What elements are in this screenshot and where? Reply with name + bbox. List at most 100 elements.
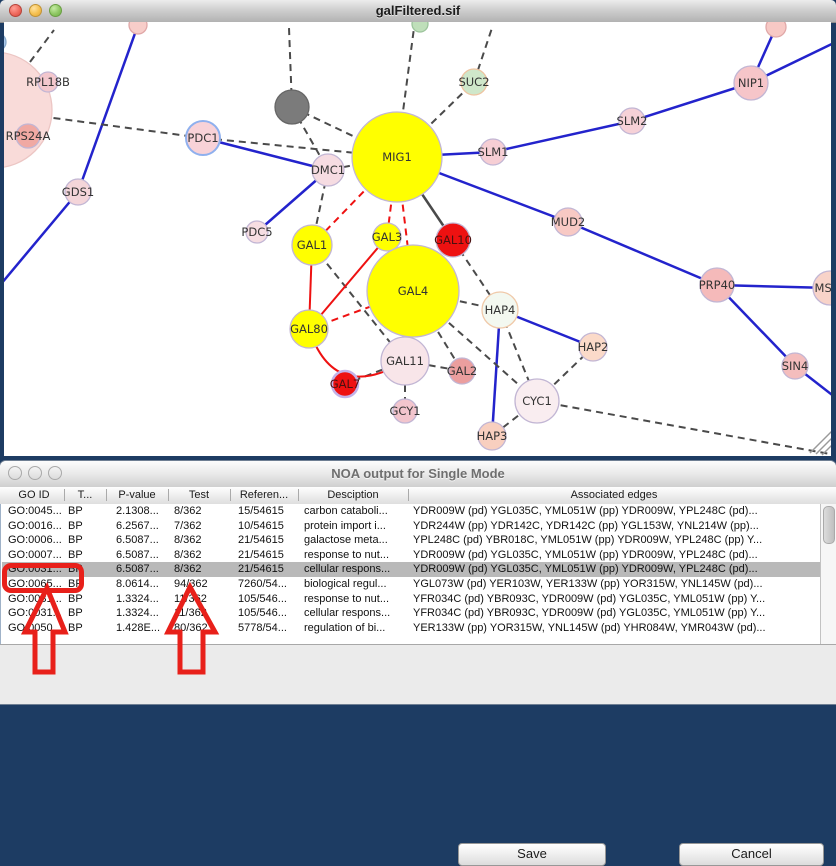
node-gray[interactable] [275, 90, 309, 124]
cell-p-value: 6.5087... [116, 563, 172, 575]
cell-test: 8/362 [174, 505, 236, 517]
network-window-titlebar[interactable]: galFiltered.sif [0, 0, 836, 23]
node-label-SLM2: SLM2 [617, 114, 648, 128]
node-label-GAL2: GAL2 [447, 364, 478, 378]
node-label-SIN4: SIN4 [782, 359, 809, 373]
cell-description: carbon cataboli... [304, 505, 411, 517]
scrollbar-thumb[interactable] [823, 506, 835, 544]
vertical-scrollbar[interactable] [820, 504, 836, 644]
cell-test: 8/362 [174, 549, 236, 561]
node-label-CYC1: CYC1 [522, 394, 552, 408]
node-label-PRP40: PRP40 [699, 278, 736, 292]
cell-type: BP [68, 534, 112, 546]
cell-associated-edges: YPL248C (pd) YBR018C, YML051W (pp) YDR00… [413, 534, 819, 546]
column-header-type[interactable]: T... [64, 489, 106, 501]
annotation-arrow-go-id [25, 588, 65, 672]
column-separator [408, 489, 409, 501]
node-tp3[interactable] [766, 22, 786, 37]
cell-reference: 21/54615 [238, 549, 302, 561]
cell-p-value: 2.1308... [116, 505, 172, 517]
table-row[interactable]: GO:0045... BP 2.1308...8/36215/54615carbon… [2, 504, 821, 519]
column-header-reference[interactable]: Referen... [230, 489, 298, 501]
node-label-MIG1: MIG1 [382, 150, 412, 164]
network-graph: RPL18BRPS24AGDS1PDC1PDC5DMC1MIG1SUC2SLM1… [4, 22, 831, 456]
network-window-title: galFiltered.sif [0, 3, 836, 18]
cell-associated-edges: YDR009W (pd) YGL035C, YML051W (pp) YDR00… [413, 505, 819, 517]
node-label-GAL10: GAL10 [434, 233, 472, 247]
noa-window-title: NOA output for Single Mode [0, 466, 836, 481]
node-label-GAL3: GAL3 [372, 230, 403, 244]
node-label-HAP2: HAP2 [578, 340, 609, 354]
cell-p-value: 6.5087... [116, 534, 172, 546]
node-bigpink[interactable] [4, 52, 52, 168]
node-label-MUD2: MUD2 [551, 215, 586, 229]
node-label-HAP3: HAP3 [477, 429, 508, 443]
cell-associated-edges: YER133W (pp) YOR315W, YNL145W (pd) YHR08… [413, 622, 819, 634]
cell-test: 8/362 [174, 563, 236, 575]
node-label-NIP1: NIP1 [738, 76, 764, 90]
cell-associated-edges: YFR034C (pd) YBR093C, YDR009W (pd) YGL03… [413, 593, 819, 605]
table-row[interactable]: GO:0007... BP 6.5087...8/36221/54615respon… [2, 548, 821, 563]
cell-description: response to nut... [304, 593, 411, 605]
column-header-description[interactable]: Desciption [298, 489, 408, 501]
node-label-PDC5: PDC5 [241, 225, 272, 239]
cell-description: biological regul... [304, 578, 411, 590]
node-bluesliver[interactable] [4, 33, 6, 51]
node-label-MSL1: MSL1 [815, 281, 831, 295]
cell-associated-edges: YGL073W (pd) YER103W, YER133W (pp) YOR31… [413, 578, 819, 590]
column-header-go-id[interactable]: GO ID [4, 489, 64, 501]
cell-description: cellular respons... [304, 563, 411, 575]
cell-associated-edges: YDR244W (pp) YDR142C, YDR142C (pp) YGL15… [413, 520, 819, 532]
cell-reference: 21/54615 [238, 563, 302, 575]
save-button[interactable]: Save [458, 843, 606, 866]
table-row[interactable]: GO:0016... BP 6.2567...7/36210/54615protei… [2, 519, 821, 534]
cell-description: protein import i... [304, 520, 411, 532]
edge-CYC1-se2 [537, 401, 830, 454]
cell-description: galactose meta... [304, 534, 411, 546]
node-label-GAL1: GAL1 [297, 238, 328, 252]
cell-p-value: 6.2567... [116, 520, 172, 532]
cell-type: BP [68, 520, 112, 532]
column-header-p-value[interactable]: P-value [106, 489, 168, 501]
cancel-button[interactable]: Cancel [679, 843, 824, 866]
column-separator [298, 489, 299, 501]
node-tpgreen[interactable] [412, 22, 428, 32]
node-label-RPL18B: RPL18B [26, 75, 70, 89]
cell-type: BP [68, 505, 112, 517]
cell-associated-edges: YDR009W (pd) YGL035C, YML051W (pp) YDR00… [413, 549, 819, 561]
edge-HAP4-HAP3 [492, 310, 500, 436]
cell-go-id: GO:0045... [8, 505, 64, 517]
cell-p-value: 6.5087... [116, 549, 172, 561]
node-label-GAL7: GAL7 [330, 377, 361, 391]
cell-associated-edges: YFR034C (pd) YBR093C, YDR009W (pd) YGL03… [413, 607, 819, 619]
node-label-HAP4: HAP4 [485, 303, 516, 317]
noa-window-titlebar[interactable]: NOA output for Single Mode [0, 461, 836, 488]
column-header-test[interactable]: Test [168, 489, 230, 501]
node-tp1[interactable] [129, 22, 147, 34]
node-label-RPS24A: RPS24A [6, 129, 51, 143]
cell-reference: 10/54615 [238, 520, 302, 532]
cell-test: 7/362 [174, 520, 236, 532]
cell-go-id: GO:0016... [8, 520, 64, 532]
annotation-arrows [0, 575, 260, 685]
edge-SLM1-SLM2 [493, 121, 632, 152]
cell-go-id: GO:0007... [8, 549, 64, 561]
column-header-associated-edges[interactable]: Associated edges [408, 489, 820, 501]
node-label-GDS1: GDS1 [62, 185, 94, 199]
cell-go-id: GO:0006... [8, 534, 64, 546]
network-canvas[interactable]: RPL18BRPS24AGDS1PDC1PDC5DMC1MIG1SUC2SLM1… [4, 22, 831, 456]
node-label-GAL80: GAL80 [290, 322, 328, 336]
cell-description: response to nut... [304, 549, 411, 561]
cell-description: cellular respons... [304, 607, 411, 619]
node-label-GCY1: GCY1 [389, 404, 420, 418]
node-label-PDC1: PDC1 [187, 131, 218, 145]
table-row[interactable]: GO:0006...BP6.5087...8/36221/54615galact… [2, 533, 821, 548]
node-label-DMC1: DMC1 [311, 163, 345, 177]
cell-reference: 15/54615 [238, 505, 302, 517]
edge-SLM2-NIP1 [632, 83, 751, 121]
table-header[interactable]: GO IDT...P-valueTestReferen...Desciption… [0, 487, 836, 505]
cell-type: BP [68, 549, 112, 561]
annotation-arrow-test [168, 587, 215, 672]
network-window: galFiltered.sif RPL18B RPS24A GDS1 PDC1 PDC5… [0, 0, 836, 461]
node-label-GAL11: GAL11 [386, 354, 424, 368]
